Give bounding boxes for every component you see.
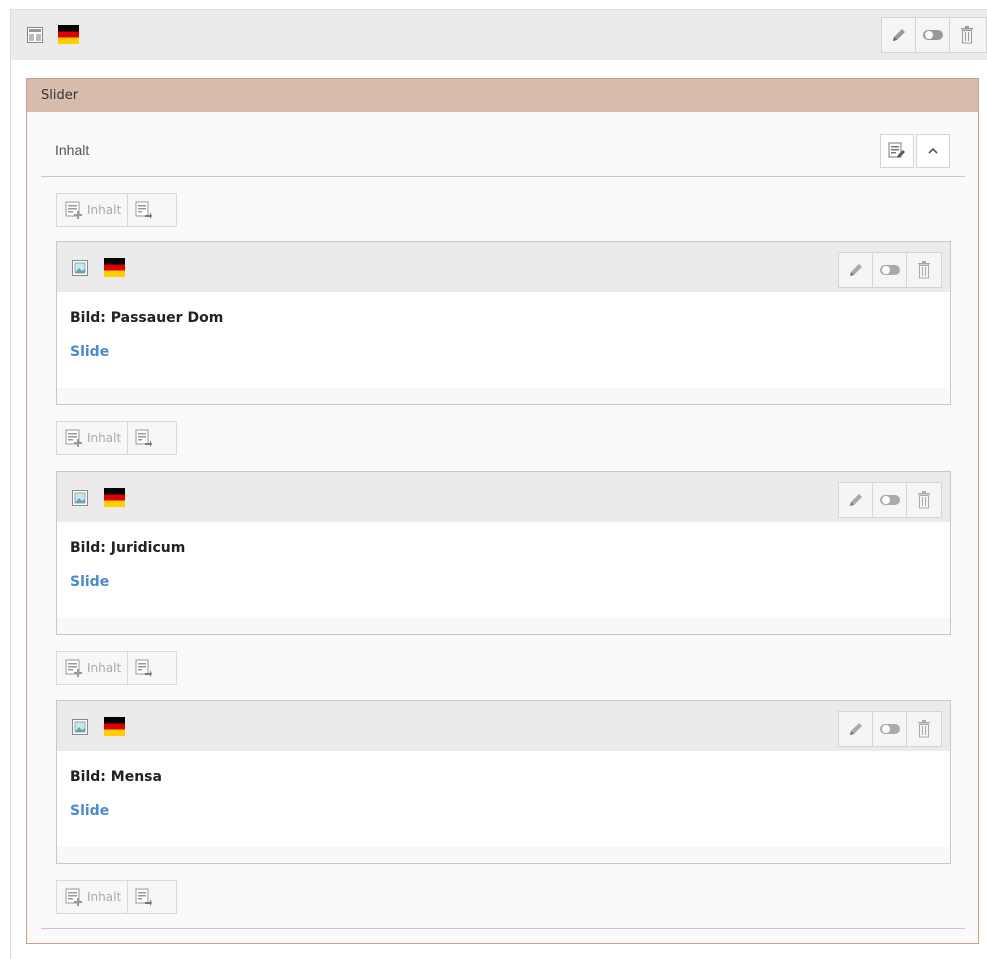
delete-button[interactable] (950, 18, 984, 52)
edit-button[interactable] (839, 253, 873, 287)
pencil-icon (849, 494, 862, 506)
germany-flag-icon[interactable] (104, 717, 125, 736)
germany-flag-icon[interactable] (104, 258, 125, 277)
column-divider (41, 176, 965, 177)
toggle-visibility-button[interactable] (873, 483, 907, 517)
content-element-body: Bild: Mensa Slide (57, 751, 950, 847)
edit-column-button[interactable] (880, 134, 914, 168)
column-bottom-divider (41, 928, 965, 929)
content-element-actions (838, 711, 942, 747)
toggle-icon (879, 724, 900, 734)
new-content-label: Inhalt (87, 203, 122, 217)
new-content-label: Inhalt (87, 661, 122, 675)
column-toolbar (880, 134, 950, 168)
edit-button[interactable] (839, 483, 873, 517)
slide-link[interactable]: Slide (70, 803, 109, 819)
content-element-actions (838, 482, 942, 518)
slide-content-element: Bild: Juridicum Slide (56, 471, 951, 635)
add-content-icon (65, 201, 82, 219)
new-content-label: Inhalt (87, 890, 122, 904)
slide-link[interactable]: Slide (70, 344, 109, 360)
new-content-control: Inhalt (56, 193, 177, 227)
edit-column-icon (888, 142, 905, 158)
pencil-icon (849, 264, 862, 276)
germany-flag-icon[interactable] (104, 488, 125, 507)
germany-flag-icon[interactable] (58, 25, 79, 44)
content-element-body: Bild: Juridicum Slide (57, 522, 950, 618)
content-element-actions (838, 252, 942, 288)
paste-button[interactable] (128, 194, 160, 226)
delete-button[interactable] (907, 483, 941, 517)
content-element-title: Bild: Juridicum (70, 540, 186, 556)
paste-icon (135, 888, 153, 906)
toggle-icon (879, 265, 900, 275)
content-element-header (57, 242, 950, 292)
delete-button[interactable] (907, 253, 941, 287)
add-content-icon (65, 888, 82, 906)
new-content-button[interactable]: Inhalt (57, 652, 129, 684)
trash-icon (918, 491, 930, 509)
edit-button[interactable] (839, 712, 873, 746)
top-element-header (11, 10, 987, 60)
layout-icon (27, 27, 43, 43)
image-icon (72, 719, 88, 735)
slide-content-element: Bild: Passauer Dom Slide (56, 241, 951, 405)
trash-icon (961, 26, 973, 44)
paste-button[interactable] (128, 881, 160, 913)
content-element-body: Bild: Passauer Dom Slide (57, 292, 950, 388)
new-content-control: Inhalt (56, 880, 177, 914)
content-element-header (57, 472, 950, 522)
toggle-visibility-button[interactable] (873, 253, 907, 287)
content-element-header (57, 701, 950, 751)
top-element-actions (881, 17, 987, 53)
toggle-visibility-button[interactable] (873, 712, 907, 746)
toggle-icon (879, 495, 900, 505)
paste-icon (135, 659, 153, 677)
new-content-control: Inhalt (56, 421, 177, 455)
delete-button[interactable] (907, 712, 941, 746)
image-icon (72, 260, 88, 276)
paste-button[interactable] (128, 652, 160, 684)
add-content-icon (65, 659, 82, 677)
toggle-icon (922, 30, 943, 40)
slider-title: Slider (27, 79, 978, 112)
content-element-title: Bild: Mensa (70, 769, 162, 785)
new-content-control: Inhalt (56, 651, 177, 685)
column-label: Inhalt (55, 142, 90, 158)
trash-icon (918, 261, 930, 279)
slide-content-element: Bild: Mensa Slide (56, 700, 951, 864)
paste-button[interactable] (128, 422, 160, 454)
edit-button[interactable] (882, 18, 916, 52)
toggle-visibility-button[interactable] (916, 18, 950, 52)
content-element-title: Bild: Passauer Dom (70, 310, 224, 326)
new-content-button[interactable]: Inhalt (57, 422, 129, 454)
chevron-up-icon (928, 147, 938, 154)
add-content-icon (65, 429, 82, 447)
image-icon (72, 490, 88, 506)
pencil-icon (849, 723, 862, 735)
slide-link[interactable]: Slide (70, 574, 109, 590)
collapse-column-button[interactable] (916, 134, 950, 168)
pencil-icon (892, 29, 905, 41)
new-content-button[interactable]: Inhalt (57, 194, 129, 226)
new-content-button[interactable]: Inhalt (57, 881, 129, 913)
trash-icon (918, 720, 930, 738)
paste-icon (135, 201, 153, 219)
new-content-label: Inhalt (87, 431, 122, 445)
paste-icon (135, 429, 153, 447)
